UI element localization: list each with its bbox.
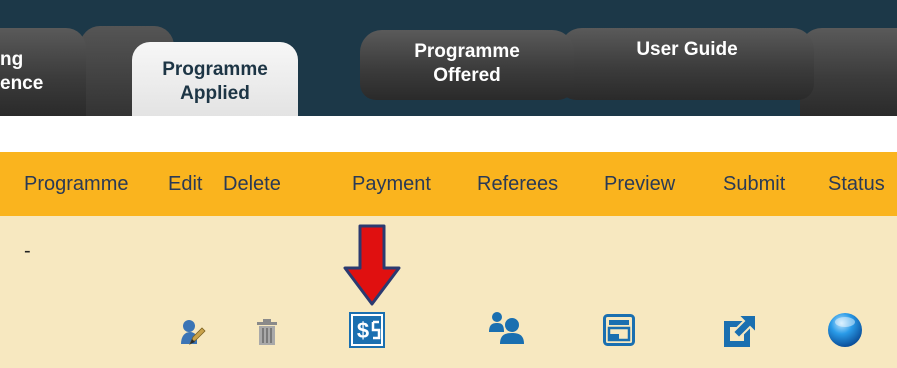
header-status: Status bbox=[828, 173, 885, 195]
referees-people-icon[interactable] bbox=[487, 310, 525, 344]
table-header-bar: Programme Edit Delete Payment Referees P… bbox=[0, 152, 897, 216]
tab-programme-offered-line2: Offered bbox=[433, 65, 501, 86]
tab-programme-applied[interactable]: Programme Applied bbox=[132, 42, 298, 116]
tab-partial-left-line1: ng bbox=[0, 49, 24, 70]
header-referees: Referees bbox=[477, 173, 559, 195]
tab-partial-left[interactable]: ng ence bbox=[0, 28, 86, 116]
header-delete: Delete bbox=[223, 173, 281, 195]
submit-external-icon[interactable] bbox=[723, 314, 757, 348]
trash-icon[interactable] bbox=[256, 318, 278, 346]
tab-programme-offered[interactable]: Programme Offered bbox=[360, 30, 574, 100]
tab-user-guide-label: User Guide bbox=[636, 39, 738, 60]
top-tab-bar: ng ence Programme Applied Programme Offe… bbox=[0, 0, 897, 116]
header-edit: Edit bbox=[168, 173, 203, 195]
svg-text:$: $ bbox=[357, 318, 369, 343]
tab-programme-applied-line1: Programme bbox=[162, 59, 268, 80]
tab-partial-right[interactable] bbox=[800, 28, 897, 116]
annotation-arrow-icon bbox=[343, 224, 401, 306]
tab-user-guide[interactable]: User Guide bbox=[560, 28, 814, 100]
tab-partial-left-line2: ence bbox=[0, 73, 44, 94]
table-row bbox=[0, 216, 897, 368]
programme-cell-value: - bbox=[24, 240, 31, 262]
header-preview: Preview bbox=[604, 173, 676, 195]
spacer bbox=[0, 116, 897, 152]
header-payment: Payment bbox=[352, 173, 431, 195]
preview-form-icon[interactable] bbox=[603, 314, 635, 346]
status-blue-orb-icon[interactable] bbox=[826, 311, 864, 349]
header-submit: Submit bbox=[723, 173, 786, 195]
header-programme: Programme bbox=[24, 173, 129, 195]
payment-dollar-icon[interactable]: $ bbox=[349, 312, 385, 348]
edit-user-icon[interactable] bbox=[180, 318, 206, 346]
tab-programme-applied-line2: Applied bbox=[180, 83, 250, 104]
tab-programme-offered-line1: Programme bbox=[414, 41, 520, 62]
